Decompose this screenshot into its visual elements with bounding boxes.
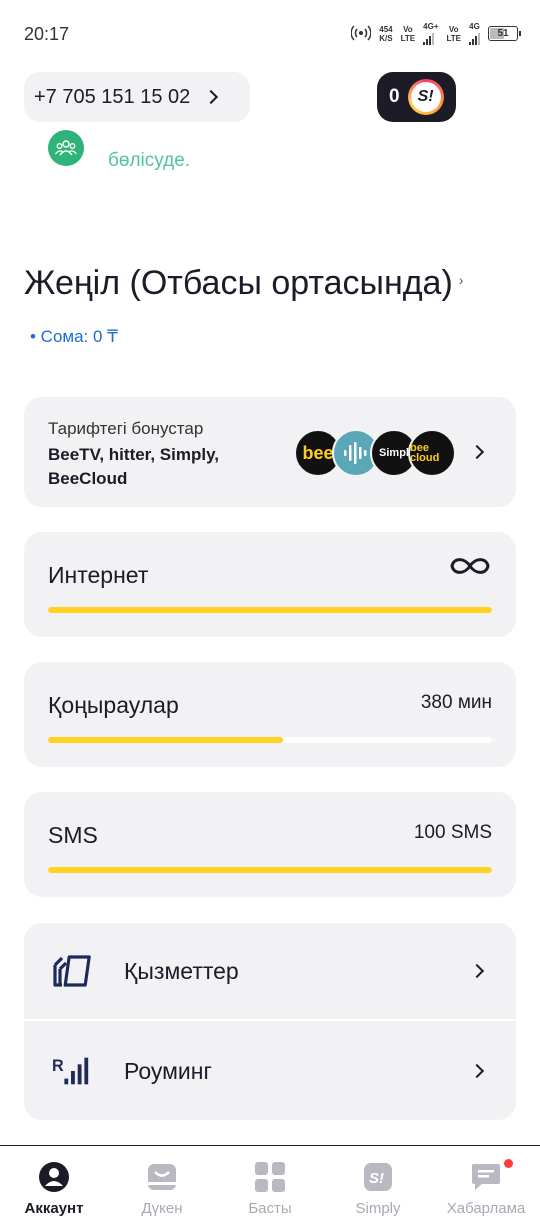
sms-progress-track xyxy=(48,867,492,873)
nav-home[interactable]: Басты xyxy=(216,1146,324,1230)
signal-icon xyxy=(469,31,480,45)
nav-shop[interactable]: Дүкен xyxy=(108,1146,216,1230)
grid-icon xyxy=(253,1160,287,1194)
nav-simply-label: Simply xyxy=(355,1200,401,1217)
bottom-navigation: Аккаунт Дүкен Басты S! Simply Хабарлама xyxy=(0,1145,540,1230)
sms-progress-bar xyxy=(48,867,492,873)
nav-account-label: Аккаунт xyxy=(24,1200,84,1217)
chevron-right-icon xyxy=(204,89,219,105)
infinity-icon xyxy=(448,554,492,584)
volte-2: Vo LTE xyxy=(446,24,461,43)
tariff-balance: • Сома: 0 ₸ xyxy=(30,327,118,346)
bonus-label: Тарифтегі бонустар xyxy=(48,419,204,438)
services-label: Қызметтер xyxy=(124,957,239,984)
calls-title: Қоңыраулар xyxy=(48,692,179,718)
notification-dot xyxy=(503,1158,514,1169)
svg-text:S!: S! xyxy=(369,1170,384,1187)
network-2: 4G xyxy=(469,22,480,45)
roaming-label: Роуминг xyxy=(124,1057,212,1084)
phone-number: +7 705 151 15 02 xyxy=(34,85,191,108)
menu-item-services[interactable]: Қызметтер xyxy=(24,923,516,1021)
calls-progress-track xyxy=(48,737,492,743)
menu-item-roaming[interactable]: R Роуминг xyxy=(24,1022,516,1120)
roaming-icon: R xyxy=(52,1051,92,1091)
chevron-right-icon xyxy=(469,444,485,460)
nav-home-label: Басты xyxy=(248,1200,292,1217)
battery-icon: 51 xyxy=(488,26,521,41)
internet-title: Интернет xyxy=(48,562,149,588)
family-share-banner[interactable]: бөлісуде. xyxy=(48,126,518,186)
volte-1: Vo LTE xyxy=(400,24,416,43)
internet-progress-bar xyxy=(48,607,492,613)
nav-account[interactable]: Аккаунт xyxy=(0,1146,108,1230)
simply-points-count: 0 xyxy=(389,86,400,107)
account-menu: Қызметтер R Роуминг xyxy=(24,923,516,1120)
sms-title: SMS xyxy=(48,822,98,848)
sms-remaining: 100 SMS xyxy=(413,822,492,843)
chevron-right-icon xyxy=(469,1063,485,1079)
chevron-right-icon: › xyxy=(458,272,464,288)
svg-text:R: R xyxy=(52,1057,64,1075)
banner-text: бөлісуде. xyxy=(108,150,191,171)
nav-simply[interactable]: S! Simply xyxy=(324,1146,432,1230)
services-icon xyxy=(52,951,92,991)
network-1: 4G+ xyxy=(423,22,438,45)
phone-number-selector[interactable]: +7 705 151 15 02 xyxy=(24,72,250,122)
simply-points-button[interactable]: 0 S! xyxy=(377,72,456,122)
shop-icon xyxy=(145,1160,179,1194)
family-group-icon xyxy=(48,130,84,166)
calls-remaining: 380 мин xyxy=(420,692,492,713)
chevron-right-icon xyxy=(469,963,485,979)
signal-icon xyxy=(423,31,438,45)
nav-shop-label: Дүкен xyxy=(141,1200,183,1217)
nav-messages-label: Хабарлама xyxy=(446,1200,526,1217)
calls-usage-card[interactable]: Қоңыраулар 380 мин xyxy=(24,662,516,767)
simply-icon: S! xyxy=(361,1160,395,1194)
nav-messages[interactable]: Хабарлама xyxy=(432,1146,540,1230)
internet-usage-card[interactable]: Интернет xyxy=(24,532,516,637)
message-icon xyxy=(469,1160,503,1194)
tariff-title[interactable]: Жеңіл (Отбасы ортасында) › xyxy=(24,264,463,303)
simply-logo-icon: S! xyxy=(407,79,444,115)
internet-progress-track xyxy=(48,607,492,613)
hotspot-icon xyxy=(350,24,372,44)
status-bar: 20:17 454 K/S Vo LTE 4G+ Vo LTE 4G 51 xyxy=(0,0,540,70)
sms-usage-card[interactable]: SMS 100 SMS xyxy=(24,792,516,897)
status-icons: 454 K/S Vo LTE 4G+ Vo LTE 4G 51 xyxy=(350,22,521,45)
account-icon xyxy=(37,1160,71,1194)
bonus-list: BeeTV, hitter, Simply, BeeCloud xyxy=(48,445,220,488)
net-speed: 454 K/S xyxy=(379,24,393,43)
bonus-logos: bee Simpl bee cloud xyxy=(294,429,456,477)
status-time: 20:17 xyxy=(24,24,70,44)
beecloud-logo-icon: bee cloud xyxy=(408,429,456,477)
tariff-bonuses-card[interactable]: Тарифтегі бонустар BeeTV, hitter, Simply… xyxy=(24,397,516,507)
calls-progress-bar xyxy=(48,737,284,743)
